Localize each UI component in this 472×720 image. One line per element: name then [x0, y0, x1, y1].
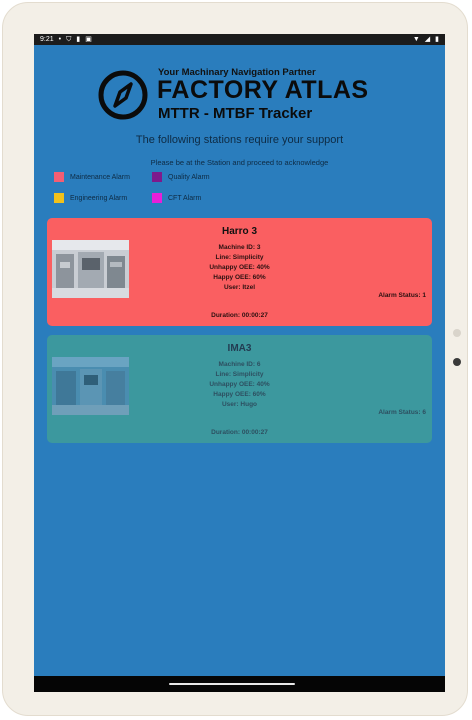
station-name: Harro 3 [221, 226, 257, 237]
legend-cft: CFT Alarm [152, 193, 201, 203]
wifi-icon: ▼ [412, 36, 420, 43]
legend-maintenance: Maintenance Alarm [54, 172, 130, 182]
legend-label: Maintenance Alarm [70, 173, 130, 181]
machine-id: Machine ID: 3 [218, 244, 261, 251]
app-logo: Your Machinary Navigation Partner FACTOR… [97, 67, 377, 127]
unhappy-oee: Unhappy OEE: 40% [209, 381, 270, 388]
station-details: Machine ID: 6 Line: Simplicity Unhappy O… [47, 360, 432, 410]
legend-engineering: Engineering Alarm [54, 193, 127, 203]
legend-label: Engineering Alarm [70, 194, 128, 202]
user: User: Hugo [221, 401, 258, 408]
station-card[interactable]: IMA3 Machine ID: 6 Line: Simplicity Unha… [47, 335, 432, 443]
happy-oee: Happy OEE: 60% [213, 391, 266, 398]
legend-quality: Quality Alarm [152, 172, 210, 182]
legend-label: Quality Alarm [168, 173, 210, 181]
app-screen: 9:21 • ⛉ ▮ ▣ ▼ ◢ ▮ Your Machinary Naviga… [34, 34, 445, 692]
instruction-message: Please be at the Station and proceed to … [150, 158, 329, 167]
quality-swatch [152, 172, 162, 182]
support-message: The following stations require your supp… [135, 134, 344, 146]
station-details: Machine ID: 3 Line: Simplicity Unhappy O… [47, 243, 432, 293]
line: Line: Simplicity [215, 371, 264, 378]
duration: Duration: 00:00:27 [211, 429, 268, 436]
status-bar: 9:21 • ⛉ ▮ ▣ ▼ ◢ ▮ [34, 34, 445, 45]
app-notification-icon: ▣ [85, 36, 92, 43]
home-gesture-handle[interactable] [169, 683, 295, 685]
notification-dot-icon: • [58, 36, 62, 43]
sim-card-icon: ▮ [76, 36, 81, 43]
station-name: IMA3 [227, 343, 252, 354]
app-subtitle: MTTR - MTBF Tracker [158, 105, 313, 122]
brand-title: FACTORY ATLAS [157, 76, 369, 104]
status-left: 9:21 • ⛉ ▮ ▣ [40, 36, 92, 43]
power-button[interactable] [453, 358, 461, 366]
maintenance-swatch [54, 172, 64, 182]
cft-swatch [152, 193, 162, 203]
status-time: 9:21 [40, 36, 54, 43]
station-card[interactable]: Harro 3 Machine ID: 3 Line: Simplicity U… [47, 218, 432, 326]
shield-icon: ⛉ [66, 36, 72, 43]
unhappy-oee: Unhappy OEE: 40% [209, 264, 270, 271]
status-right: ▼ ◢ ▮ [413, 36, 439, 43]
alarm-legend: Maintenance Alarm Quality Alarm Engineer… [54, 172, 314, 212]
machine-id: Machine ID: 6 [218, 361, 261, 368]
tablet-frame: 9:21 • ⛉ ▮ ▣ ▼ ◢ ▮ Your Machinary Naviga… [2, 2, 468, 716]
system-nav-bar [34, 676, 445, 692]
happy-oee: Happy OEE: 60% [213, 274, 266, 281]
alarm-status: Alarm Status: 6 [378, 409, 426, 416]
battery-icon: ▮ [435, 36, 439, 43]
line: Line: Simplicity [215, 254, 264, 261]
camera-dot [453, 329, 461, 337]
duration: Duration: 00:00:27 [211, 312, 268, 319]
alarm-status: Alarm Status: 1 [378, 292, 426, 299]
engineering-swatch [54, 193, 64, 203]
user: User: Itzel [223, 284, 256, 291]
legend-label: CFT Alarm [168, 194, 202, 202]
compass-icon [98, 70, 148, 120]
signal-icon: ◢ [424, 36, 431, 43]
